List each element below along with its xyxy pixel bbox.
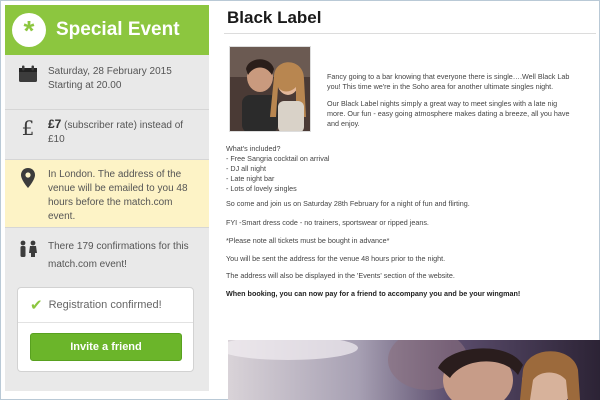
logo-glyph: * [23,15,35,46]
intro-line: and enjoy. [327,119,360,128]
event-details: Black Label Fancy going to a bar knowing… [218,0,600,400]
intro-line: Our Black Label nights simply a great wa… [327,99,558,108]
intro-line: Fancy going to a bar knowing that everyo… [327,72,570,81]
included-item: - Late night bar [226,174,275,183]
event-date: Saturday, 28 February 2015 [48,66,172,77]
booking-note-text: When booking, you can now pay for a frie… [226,289,521,298]
included-list: What's included? - Free Sangria cocktail… [226,144,329,194]
intro-text-2: Our Black Label nights simply a great wa… [327,99,570,129]
event-header: * Special Event [5,5,209,55]
registration-status-text: Registration confirmed! [48,299,162,311]
divider [18,322,193,323]
special-event-logo-icon: * [12,13,46,47]
event-start-time: Starting at 20.00 [48,80,122,91]
included-heading: What's included? [226,144,281,153]
included-item: - Free Sangria cocktail on arrival [226,154,330,163]
intro-line: you! This time we're in the Soho area fo… [327,82,554,91]
location-line: In London. The address of the [48,169,182,180]
date-row: Saturday, 28 February 2015 Starting at 2… [5,55,209,110]
intro-text: Fancy going to a bar knowing that everyo… [327,72,569,92]
intro-line: more. Our fun - easy going atmosphere ma… [327,109,570,118]
tickets-note: *Please note all tickets must be bought … [226,236,390,245]
event-photo-thumbnail [229,46,311,132]
invite-friend-button[interactable]: Invite a friend [30,333,182,361]
registration-box: ✔ Registration confirmed! Invite a frien… [17,287,194,372]
price-note: (subscriber rate) instead of [64,120,184,131]
registration-status: ✔ Registration confirmed! [18,288,193,314]
location-pin-icon [17,168,39,188]
location-line: venue will be emailed to you 48 [48,183,188,194]
included-item: - Lots of lovely singles [226,184,297,193]
dress-code-text: FYI -Smart dress code - no trainers, spo… [226,218,429,227]
location-line: hours before the match.com [48,197,173,208]
check-icon: ✔ [30,297,43,314]
event-banner-photo [228,340,600,400]
price-amount: £7 [48,117,62,131]
address-displayed-text: The address will also be displayed in th… [226,271,455,280]
location-row: In London. The address of the venue will… [5,160,209,228]
people-icon [17,240,39,258]
confirmations-text: match.com event! [48,259,127,270]
pound-icon: £ [21,116,35,140]
location-line: event. [48,211,76,222]
divider [224,33,596,34]
address-sent-text: You will be sent the address for the ven… [226,254,446,263]
page-title: Black Label [227,8,322,27]
confirmations-text: There 179 confirmations for this [48,241,189,252]
price-original: £10 [48,134,65,145]
come-join-text: So come and join us on Saturday 28th Feb… [226,199,470,208]
confirmations-row: There 179 confirmations for this match.c… [5,228,209,280]
price-row: £ £7 (subscriber rate) instead of £10 [5,110,209,160]
event-type-title: Special Event [56,19,180,40]
included-item: - DJ all night [226,164,266,173]
calendar-icon [17,65,39,83]
booking-note: When booking, you can now pay for a frie… [226,289,520,299]
